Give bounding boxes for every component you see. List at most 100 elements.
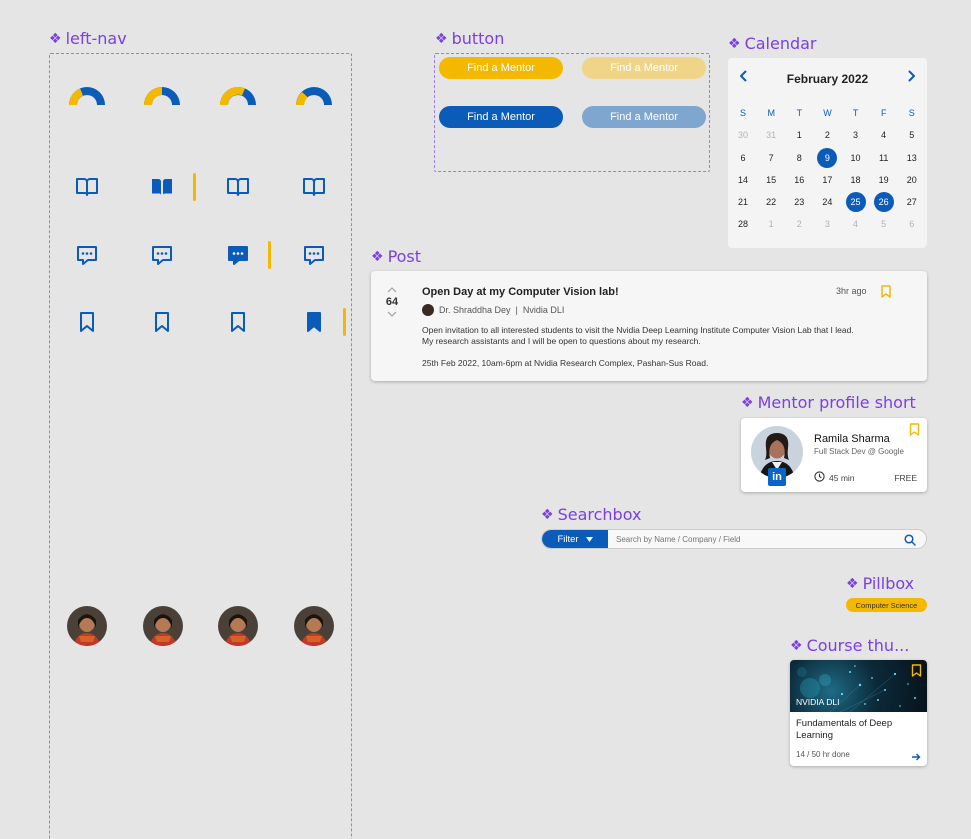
calendar-day[interactable]: 22 [757, 191, 785, 213]
calendar-day[interactable]: 3 [813, 213, 841, 235]
calendar-day[interactable]: 16 [785, 169, 813, 191]
bookmark-nav-icon[interactable] [140, 300, 184, 344]
course-card[interactable]: NVIDIA DLI Fundamentals of Deep Learning… [790, 660, 927, 766]
calendar-day[interactable]: 10 [842, 147, 870, 169]
find-mentor-button-primary[interactable]: Find a Mentor [439, 57, 563, 79]
calendar-day[interactable]: 3 [842, 124, 870, 146]
logo-icon[interactable] [65, 70, 109, 114]
session-duration: 45 min [814, 471, 855, 484]
calendar-day[interactable]: 5 [870, 213, 898, 235]
search-input[interactable] [616, 530, 896, 548]
bookmark-icon[interactable] [909, 423, 920, 441]
calendar-day[interactable]: 15 [757, 169, 785, 191]
find-mentor-button-blue[interactable]: Find a Mentor [439, 106, 563, 128]
calendar-day[interactable]: 2 [813, 124, 841, 146]
calendar-day[interactable]: 5 [898, 124, 926, 146]
mentor-name: Ramila Sharma [814, 433, 890, 445]
calendar-day[interactable]: 11 [870, 147, 898, 169]
calendar-day[interactable]: 24 [813, 191, 841, 213]
calendar-day[interactable]: 4 [842, 213, 870, 235]
arrow-right-icon[interactable] [911, 749, 921, 766]
search-icon[interactable] [904, 533, 916, 548]
component-icon: ❖ [435, 30, 448, 47]
user-avatar[interactable] [218, 606, 258, 646]
user-avatar[interactable] [143, 606, 183, 646]
find-mentor-button-blue-disabled[interactable]: Find a Mentor [582, 106, 706, 128]
calendar-day-selected[interactable]: 25 [842, 191, 870, 213]
mentor-card[interactable]: in Ramila Sharma Full Stack Dev @ Google… [741, 418, 927, 492]
label-text: Searchbox [557, 505, 642, 524]
user-avatar[interactable] [67, 606, 107, 646]
calendar-day[interactable]: 7 [757, 147, 785, 169]
chat-nav-icon-active[interactable] [216, 233, 260, 277]
chat-nav-icon[interactable] [292, 233, 336, 277]
calendar-day[interactable]: 14 [729, 169, 757, 191]
component-icon: ❖ [846, 575, 859, 592]
day-number: 30 [738, 130, 749, 141]
courses-nav-icon[interactable] [65, 165, 109, 209]
day-number: 8 [796, 152, 802, 163]
label-text: left-nav [65, 29, 127, 48]
user-avatar[interactable] [294, 606, 334, 646]
day-number: 2 [796, 219, 802, 230]
calendar-day[interactable]: 17 [813, 169, 841, 191]
bookmark-icon[interactable] [880, 285, 892, 303]
post-time: 3hr ago [836, 286, 867, 296]
courses-nav-icon-active[interactable] [140, 165, 184, 209]
component-icon: ❖ [728, 35, 741, 52]
calendar-day[interactable]: 18 [842, 169, 870, 191]
calendar-day[interactable]: 19 [870, 169, 898, 191]
calendar-day[interactable]: 13 [898, 147, 926, 169]
calendar-day[interactable]: 27 [898, 191, 926, 213]
mentor-role: Full Stack Dev @ Google [814, 447, 904, 456]
day-number: 2 [824, 130, 830, 141]
chat-nav-icon[interactable] [140, 233, 184, 277]
filter-dropdown[interactable]: Filter [542, 530, 608, 548]
course-org: NVIDIA DLI [796, 697, 840, 707]
post-label: ❖ Post [371, 247, 421, 266]
day-number: 28 [738, 219, 749, 230]
active-indicator [193, 173, 196, 201]
calendar-day[interactable]: 1 [757, 213, 785, 235]
calendar-day[interactable]: 4 [870, 124, 898, 146]
downvote-icon[interactable] [381, 309, 403, 319]
calendar-day[interactable]: 20 [898, 169, 926, 191]
chevron-right-icon[interactable] [907, 70, 916, 85]
day-number: 10 [850, 152, 861, 163]
category-pill[interactable]: Computer Science [846, 598, 927, 612]
author-avatar[interactable] [422, 304, 434, 316]
courses-nav-icon[interactable] [216, 165, 260, 209]
chat-nav-icon[interactable] [65, 233, 109, 277]
calendar-day[interactable]: 23 [785, 191, 813, 213]
button-label: ❖ button [435, 29, 504, 48]
calendar-day[interactable]: 28 [729, 213, 757, 235]
upvote-icon[interactable] [381, 285, 403, 295]
calendar-day[interactable]: 21 [729, 191, 757, 213]
logo-icon[interactable] [292, 70, 336, 114]
find-mentor-button-disabled[interactable]: Find a Mentor [582, 57, 706, 79]
logo-icon[interactable] [216, 70, 260, 114]
linkedin-icon[interactable]: in [768, 468, 786, 486]
post-title[interactable]: Open Day at my Computer Vision lab! [422, 286, 619, 298]
post-org[interactable]: Nvidia DLI [523, 305, 565, 315]
calendar-day-selected[interactable]: 26 [870, 191, 898, 213]
calendar-day[interactable]: 8 [785, 147, 813, 169]
calendar-day[interactable]: 2 [785, 213, 813, 235]
calendar-day[interactable]: 1 [785, 124, 813, 146]
bookmark-nav-icon-active[interactable] [292, 300, 336, 344]
calendar-day[interactable]: 6 [729, 147, 757, 169]
calendar-day[interactable]: 30 [729, 124, 757, 146]
day-number: 11 [879, 152, 889, 163]
bookmark-nav-icon[interactable] [216, 300, 260, 344]
day-number: 21 [738, 197, 749, 208]
bookmark-nav-icon[interactable] [65, 300, 109, 344]
calendar-day-selected[interactable]: 9 [813, 147, 841, 169]
calendar-label: ❖ Calendar [728, 34, 817, 53]
calendar-day[interactable]: 31 [757, 124, 785, 146]
caret-down-icon [585, 534, 593, 545]
post-author[interactable]: Dr. Shraddha Dey [439, 305, 511, 315]
courses-nav-icon[interactable] [292, 165, 336, 209]
bookmark-icon[interactable] [911, 664, 922, 682]
logo-icon[interactable] [140, 70, 184, 114]
calendar-day[interactable]: 6 [898, 213, 926, 235]
